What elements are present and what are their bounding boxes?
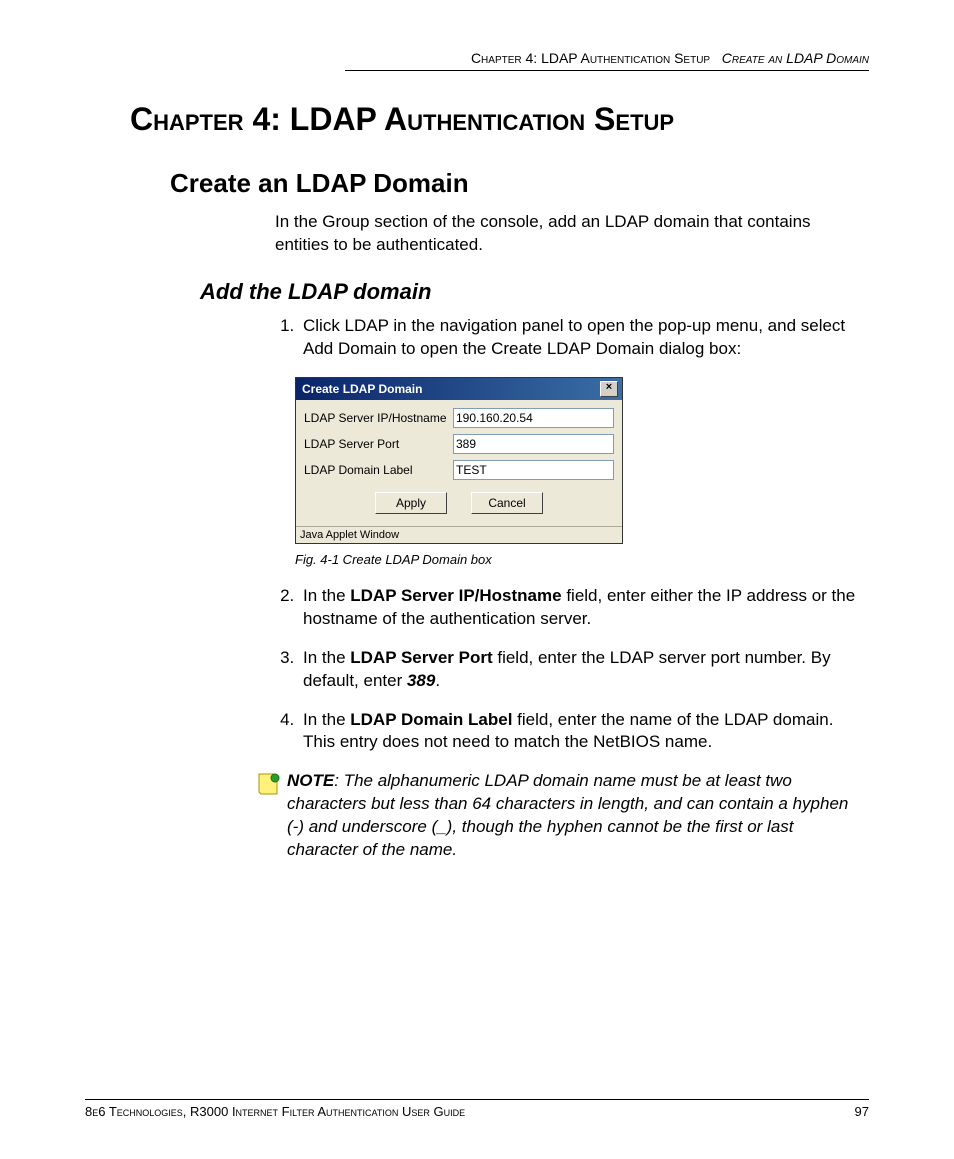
chapter-title: Chapter 4: LDAP Authentication Setup: [130, 101, 869, 138]
figure-dialog: Create LDAP Domain × LDAP Server IP/Host…: [295, 377, 869, 544]
dialog-body: LDAP Server IP/Hostname LDAP Server Port…: [296, 400, 622, 526]
apply-button[interactable]: Apply: [375, 492, 447, 514]
dialog-buttons: Apply Cancel: [304, 486, 614, 522]
applet-bar: Java Applet Window: [296, 526, 622, 543]
create-ldap-dialog: Create LDAP Domain × LDAP Server IP/Host…: [295, 377, 623, 544]
input-port[interactable]: [453, 434, 614, 454]
input-domain[interactable]: [453, 460, 614, 480]
label-port: LDAP Server Port: [304, 437, 453, 451]
note-icon: [255, 772, 281, 803]
step-4: In the LDAP Domain Label field, enter th…: [299, 709, 869, 755]
subsection-title: Add the LDAP domain: [200, 279, 869, 305]
figure-caption: Fig. 4-1 Create LDAP Domain box: [295, 552, 869, 567]
row-domain-label: LDAP Domain Label: [304, 460, 614, 480]
step-1: Click LDAP in the navigation panel to op…: [299, 315, 869, 361]
dialog-title: Create LDAP Domain: [302, 382, 422, 396]
step-2: In the LDAP Server IP/Hostname field, en…: [299, 585, 869, 631]
footer-left: 8e6 Technologies, R3000 Internet Filter …: [85, 1104, 465, 1119]
running-header: Chapter 4: LDAP Authentication Setup Cre…: [345, 50, 869, 71]
row-ip: LDAP Server IP/Hostname: [304, 408, 614, 428]
step-list-cont: In the LDAP Server IP/Hostname field, en…: [275, 585, 869, 755]
label-domain: LDAP Domain Label: [304, 463, 453, 477]
dialog-titlebar: Create LDAP Domain ×: [296, 378, 622, 400]
step-3: In the LDAP Server Port field, enter the…: [299, 647, 869, 693]
page-footer: 8e6 Technologies, R3000 Internet Filter …: [85, 1099, 869, 1119]
label-ip: LDAP Server IP/Hostname: [304, 411, 453, 425]
intro-paragraph: In the Group section of the console, add…: [275, 211, 869, 257]
header-section: Create an LDAP Domain: [722, 50, 869, 66]
note-text: NOTE: The alphanumeric LDAP domain name …: [287, 770, 869, 862]
header-chapter: Chapter 4: LDAP Authentication Setup: [471, 50, 710, 66]
close-icon[interactable]: ×: [600, 381, 618, 397]
cancel-button[interactable]: Cancel: [471, 492, 543, 514]
row-port: LDAP Server Port: [304, 434, 614, 454]
input-ip[interactable]: [453, 408, 614, 428]
page-number: 97: [855, 1104, 869, 1119]
section-title: Create an LDAP Domain: [170, 168, 869, 199]
step-list: Click LDAP in the navigation panel to op…: [275, 315, 869, 361]
note-block: NOTE: The alphanumeric LDAP domain name …: [255, 770, 869, 862]
